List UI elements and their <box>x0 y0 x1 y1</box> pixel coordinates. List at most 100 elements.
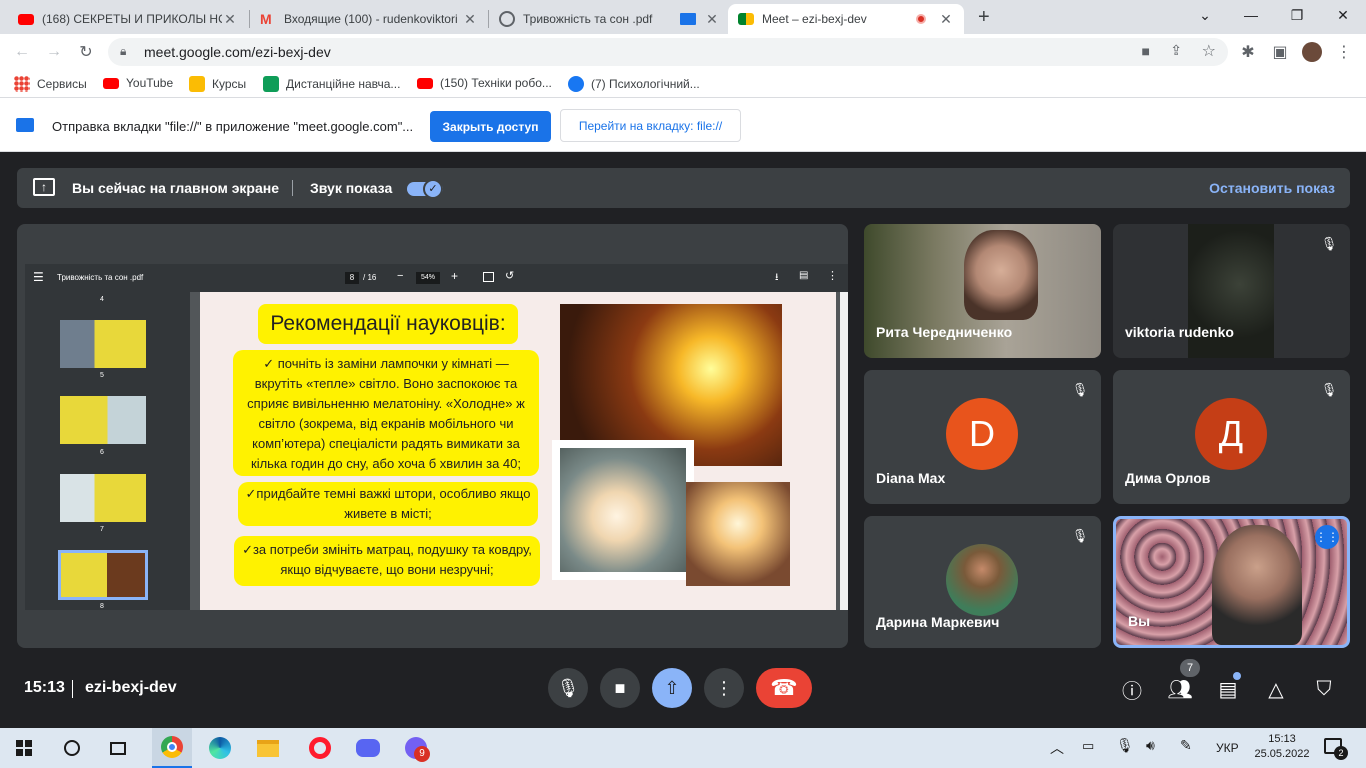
bookmark-courses[interactable]: Курсы <box>189 76 246 92</box>
stop-presenting-button[interactable]: Остановить показ <box>1209 180 1335 196</box>
pdf-more-icon[interactable]: ⋮ <box>827 269 838 282</box>
avatar[interactable] <box>1302 42 1322 62</box>
present-icon: ⇧ <box>664 677 680 698</box>
avatar: Д <box>1195 398 1267 470</box>
camera-icon[interactable]: ■ <box>1142 43 1150 59</box>
leave-call-button[interactable]: ☎︎ <box>756 668 812 708</box>
window-close-button[interactable]: ✕ <box>1320 0 1366 30</box>
bookmark-label: (150) Техніки робо... <box>440 76 552 90</box>
pdf-thumbnail[interactable] <box>60 320 146 368</box>
new-tab-button[interactable]: + <box>978 6 990 29</box>
download-icon[interactable]: ⭳ <box>775 270 779 287</box>
taskbar-clock[interactable]: 15:13 25.05.2022 <box>1254 732 1310 762</box>
bookmark-services[interactable]: Сервисы <box>14 76 87 92</box>
meet-icon <box>738 13 754 25</box>
task-view-button[interactable] <box>104 734 132 762</box>
bookmark-star-icon[interactable]: ☆ <box>1202 41 1216 61</box>
battery-icon[interactable]: ▭ <box>1082 738 1094 754</box>
zoom-out-icon[interactable]: − <box>397 270 403 282</box>
side-panel-icon[interactable]: ▣ <box>1270 42 1290 62</box>
bookmark-psychological[interactable]: (7) Психологічний... <box>568 76 700 92</box>
thumb-page-number: 7 <box>100 526 104 533</box>
host-controls-icon[interactable]: ⛉ <box>1311 676 1337 702</box>
taskbar-chrome[interactable] <box>152 728 192 768</box>
taskbar-discord[interactable] <box>354 734 382 762</box>
camera-button[interactable]: ■ <box>600 668 640 708</box>
participant-tile[interactable]: D 🎙︎ Diana Max <box>864 370 1101 504</box>
tab-gmail[interactable]: M Входящие (100) - rudenkoviktori ✕ <box>250 4 488 34</box>
close-icon[interactable]: ✕ <box>222 11 238 28</box>
present-button[interactable]: ⇧ <box>652 668 692 708</box>
youtube-icon <box>417 77 433 89</box>
close-icon[interactable]: ✕ <box>704 11 720 28</box>
pdf-thumbnail[interactable] <box>60 474 146 522</box>
reload-icon[interactable]: ↻ <box>76 42 96 62</box>
tab-youtube[interactable]: (168) СЕКРЕТЫ И ПРИКОЛЫ НО ✕ <box>8 4 248 34</box>
participant-tile[interactable]: Рита Чередниченко <box>864 224 1101 358</box>
microphone-button[interactable]: 🎙︎ <box>548 668 588 708</box>
pen-icon[interactable]: ✎ <box>1180 737 1192 754</box>
share-icon[interactable]: ⇪ <box>1170 42 1182 59</box>
bookmark-techniques[interactable]: (150) Техніки робо... <box>417 76 552 90</box>
language-indicator[interactable]: УКР <box>1216 741 1239 755</box>
people-icon[interactable]: 👥︎ <box>1167 676 1193 702</box>
pdf-page-input[interactable]: 8 <box>345 272 359 284</box>
activities-icon[interactable]: △ <box>1263 676 1289 702</box>
tab-strip: (168) СЕКРЕТЫ И ПРИКОЛЫ НО ✕ M Входящие … <box>0 0 1366 34</box>
restore-button[interactable]: ❐ <box>1274 0 1320 30</box>
bookmark-youtube[interactable]: YouTube <box>103 76 173 90</box>
taskbar-explorer[interactable] <box>254 734 282 762</box>
stop-sharing-button[interactable]: Закрыть доступ <box>430 111 551 142</box>
pdf-thumbnail[interactable] <box>60 396 146 444</box>
tab-cast[interactable]: ✕ <box>670 4 728 34</box>
close-icon[interactable]: ✕ <box>462 11 478 28</box>
thumb-page-number: 5 <box>100 372 104 379</box>
participant-tile[interactable]: Д 🎙︎ Дима Орлов <box>1113 370 1350 504</box>
participant-name: viktoria rudenko <box>1125 324 1234 340</box>
taskbar-opera[interactable] <box>306 734 334 762</box>
participant-video <box>964 230 1038 320</box>
address-bar[interactable]: 🔒︎ meet.google.com/ezi-bexj-dev ■ ⇪ ☆ <box>108 38 1228 66</box>
minimize-button[interactable]: — <box>1228 0 1274 30</box>
tab-meet[interactable]: Meet – ezi-bexj-dev ✕ <box>728 4 964 34</box>
close-icon[interactable]: ✕ <box>938 11 954 28</box>
pdf-thumbnail-current[interactable] <box>58 550 148 600</box>
participant-name: Вы <box>1128 613 1151 629</box>
zoom-in-icon[interactable]: + <box>451 269 458 283</box>
presenting-bar: ↑ Вы сейчас на главном экране Звук показ… <box>17 168 1350 208</box>
start-button[interactable] <box>10 734 38 762</box>
meeting-info-icon[interactable]: ⓘ <box>1119 676 1145 703</box>
more-options-button[interactable]: ⋮ <box>704 668 744 708</box>
switch-to-tab-button[interactable]: Перейти на вкладку: file:// <box>560 109 741 142</box>
camera-icon: ■ <box>614 677 626 698</box>
search-button[interactable] <box>58 734 86 762</box>
rotate-icon[interactable]: ↺ <box>505 269 514 282</box>
menu-icon[interactable]: ⋮ <box>1334 42 1354 62</box>
notification-count-badge: 2 <box>1334 746 1348 760</box>
participant-tile[interactable]: 🎙︎ Дарина Маркевич <box>864 516 1101 648</box>
pdf-zoom-input[interactable]: 54% <box>416 272 440 284</box>
folder-icon <box>257 739 279 757</box>
pdf-menu-icon[interactable]: ☰ <box>33 270 44 284</box>
extensions-icon[interactable]: ✱ <box>1238 42 1258 62</box>
taskbar-edge[interactable] <box>206 734 234 762</box>
mic-tray-icon[interactable]: 🎙︎ <box>1116 737 1134 754</box>
tab-pdf[interactable]: Тривожність та сон .pdf <box>489 4 669 34</box>
taskbar-viber[interactable]: 9 <box>402 734 430 762</box>
back-icon[interactable]: ← <box>12 42 32 62</box>
self-view-tile[interactable]: ⋮⋮ Вы <box>1113 516 1350 648</box>
mic-off-icon: 🎙︎ <box>1320 382 1338 397</box>
bookmark-distance-learning[interactable]: Дистанційне навча... <box>263 76 400 92</box>
gmail-icon: M <box>260 11 272 27</box>
participant-tile[interactable]: 🎙︎ viktoria rudenko <box>1113 224 1350 358</box>
print-icon[interactable]: ▤ <box>799 270 808 281</box>
volume-icon[interactable]: 🔊︎ <box>1146 737 1155 754</box>
opera-icon <box>309 737 331 759</box>
pdf-scrollbar[interactable] <box>840 292 848 610</box>
windows-icon <box>16 740 32 756</box>
forward-icon[interactable]: → <box>44 42 64 62</box>
tray-chevron-icon[interactable]: ︿ <box>1050 738 1064 758</box>
presentation-audio-toggle[interactable]: ✓ <box>407 179 443 199</box>
tab-search-icon[interactable]: ⌄ <box>1182 0 1228 30</box>
fit-page-icon[interactable] <box>483 272 494 282</box>
